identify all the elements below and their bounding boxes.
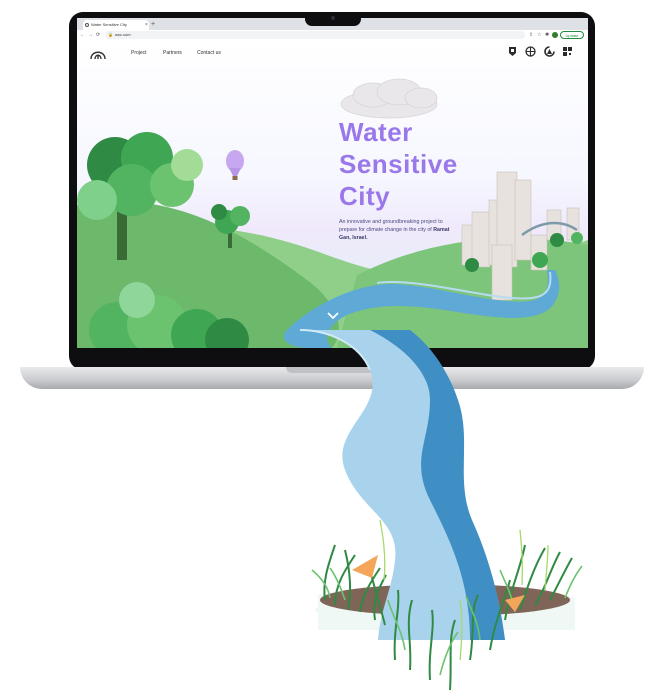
river-illustration: [299, 329, 583, 691]
paper-bird-icon: [352, 555, 378, 578]
camera-icon: [331, 16, 335, 20]
